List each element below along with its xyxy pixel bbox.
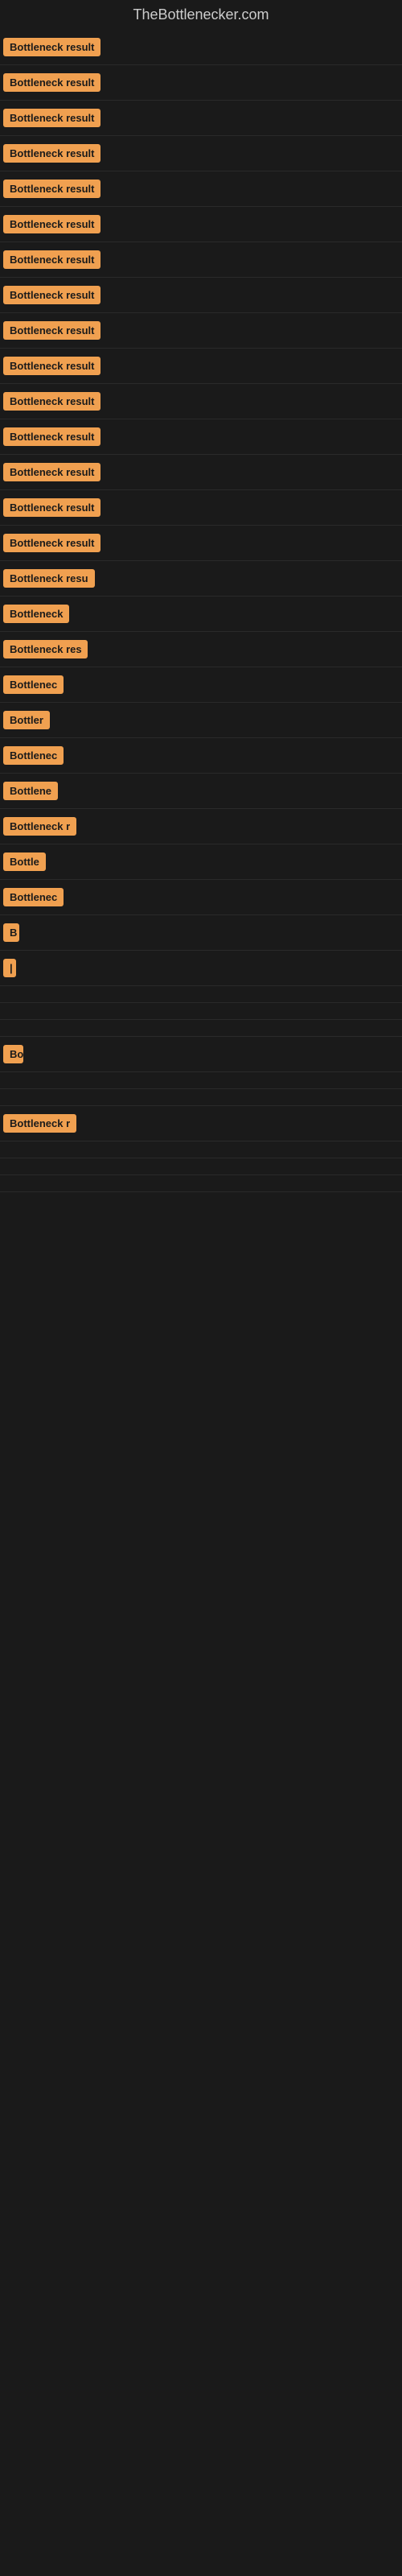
list-item: Bottleneck result — [0, 526, 402, 561]
list-item: Bottleneck resu — [0, 561, 402, 597]
bottleneck-badge[interactable]: Bottleneck result — [3, 357, 100, 375]
list-item — [0, 1003, 402, 1020]
bottleneck-badge[interactable]: Bottleneck result — [3, 215, 100, 233]
list-item: Bo — [0, 1037, 402, 1072]
bottleneck-badge[interactable]: Bo — [3, 1045, 23, 1063]
list-item: Bottleneck result — [0, 207, 402, 242]
list-item: Bottleneck result — [0, 65, 402, 101]
list-item: Bottleneck result — [0, 419, 402, 455]
list-item: Bottleneck result — [0, 30, 402, 65]
list-item: Bottlenec — [0, 667, 402, 703]
list-item: Bottleneck result — [0, 242, 402, 278]
bottleneck-badge[interactable]: Bottleneck resu — [3, 569, 95, 588]
list-item: Bottleneck result — [0, 490, 402, 526]
list-item: Bottleneck r — [0, 809, 402, 844]
bottleneck-badge[interactable]: Bottleneck result — [3, 38, 100, 56]
list-item — [0, 1020, 402, 1037]
bottleneck-badge[interactable]: Bottler — [3, 711, 50, 729]
bottleneck-badge[interactable]: Bottleneck result — [3, 427, 100, 446]
bottleneck-badge[interactable]: Bottlenec — [3, 888, 64, 906]
bottleneck-badge[interactable]: Bottleneck result — [3, 463, 100, 481]
bottleneck-badge[interactable]: Bottlene — [3, 782, 58, 800]
list-item: Bottleneck result — [0, 171, 402, 207]
bottleneck-badge[interactable]: Bottleneck r — [3, 817, 76, 836]
list-item: Bottleneck res — [0, 632, 402, 667]
bottleneck-badge[interactable]: Bottleneck result — [3, 144, 100, 163]
bottleneck-badge[interactable]: Bottleneck result — [3, 534, 100, 552]
site-title: TheBottlenecker.com — [0, 0, 402, 30]
list-item: Bottleneck result — [0, 384, 402, 419]
bottleneck-badge[interactable]: Bottle — [3, 852, 46, 871]
list-item: Bottleneck result — [0, 313, 402, 349]
bottleneck-badge[interactable]: Bottleneck result — [3, 286, 100, 304]
list-item: Bottleneck — [0, 597, 402, 632]
list-item: Bottle — [0, 844, 402, 880]
list-item: Bottler — [0, 703, 402, 738]
bottleneck-badge[interactable]: Bottleneck — [3, 605, 69, 623]
bottleneck-badge[interactable]: Bottleneck result — [3, 73, 100, 92]
bottleneck-badge[interactable]: Bottleneck result — [3, 392, 100, 411]
bottleneck-badge[interactable]: Bottleneck r — [3, 1114, 76, 1133]
bottleneck-badge[interactable]: Bottleneck result — [3, 321, 100, 340]
bottleneck-badge[interactable]: Bottleneck res — [3, 640, 88, 658]
list-item: Bottlenec — [0, 738, 402, 774]
list-item — [0, 986, 402, 1003]
list-item — [0, 1089, 402, 1106]
list-item: | — [0, 951, 402, 986]
list-item — [0, 1141, 402, 1158]
site-title-text: TheBottlenecker.com — [133, 6, 269, 23]
bottleneck-badge[interactable]: Bottlenec — [3, 675, 64, 694]
list-item — [0, 1072, 402, 1089]
bottleneck-badge[interactable]: Bottleneck result — [3, 109, 100, 127]
bottleneck-badge[interactable]: | — [3, 959, 16, 977]
bottleneck-badge[interactable]: Bottleneck result — [3, 498, 100, 517]
bottleneck-badge[interactable]: Bottleneck result — [3, 180, 100, 198]
bottleneck-badge[interactable]: Bottleneck result — [3, 250, 100, 269]
list-item — [0, 1175, 402, 1192]
list-item: Bottlene — [0, 774, 402, 809]
list-item: Bottleneck result — [0, 349, 402, 384]
list-item: Bottleneck result — [0, 101, 402, 136]
list-item — [0, 1158, 402, 1175]
bottleneck-badge[interactable]: B — [3, 923, 19, 942]
list-item: Bottleneck result — [0, 278, 402, 313]
list-item: Bottlenec — [0, 880, 402, 915]
bottleneck-badge[interactable]: Bottlenec — [3, 746, 64, 765]
list-item: Bottleneck r — [0, 1106, 402, 1141]
list-item: Bottleneck result — [0, 136, 402, 171]
list-item: B — [0, 915, 402, 951]
list-item: Bottleneck result — [0, 455, 402, 490]
